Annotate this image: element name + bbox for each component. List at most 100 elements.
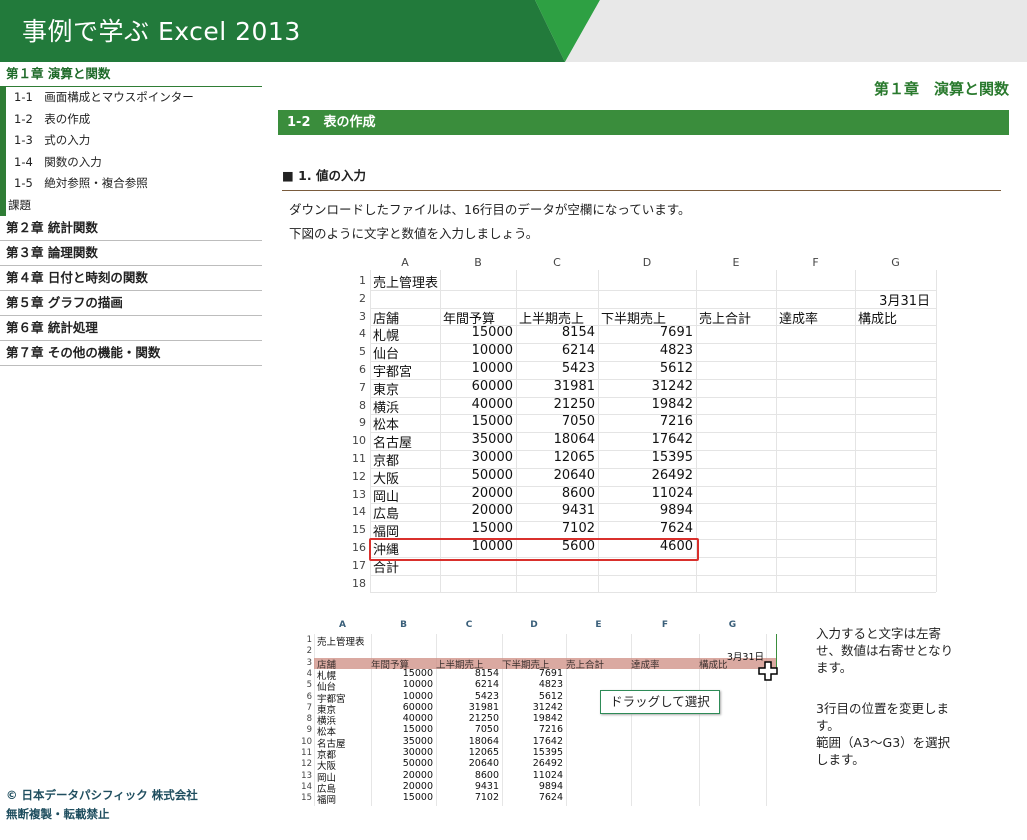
value-cell: 17642 [532,735,563,747]
column-header: E [732,256,740,269]
sidebar-chapter-7[interactable]: 第７章 その他の機能・関数 [0,341,262,366]
value-cell: 21250 [468,713,499,725]
header-cell: 売上合計 [566,659,605,671]
sidebar-chapter-2[interactable]: 第２章 統計関数 [0,216,262,241]
value-cell: 7624 [538,792,563,804]
store-cell: 東京 [373,382,400,398]
section-title-bar: 1-2 表の作成 [278,110,1009,135]
column-header: F [812,256,819,269]
copyright-company: © 日本データパシフィック 株式会社 [6,788,198,802]
value-cell: 7216 [538,724,563,736]
row-header: 5 [359,345,366,359]
note-select-line: す。 [816,718,840,733]
value-cell: 4823 [659,343,693,359]
value-cell: 60000 [402,701,433,713]
value-cell: 15000 [471,414,513,430]
cross-cursor-icon [758,661,778,681]
header-cell: 達成率 [631,659,660,671]
row-header: 4 [306,668,312,679]
value-cell: 7216 [659,414,693,430]
value-cell: 26492 [532,758,563,770]
store-cell: 大阪 [373,471,400,487]
gridline [370,289,936,291]
header-cell: 上半期売上 [519,311,585,327]
value-cell: 60000 [471,378,513,394]
value-cell: 7102 [561,521,595,537]
value-cell: 20640 [553,467,595,483]
value-cell: 7050 [561,414,595,430]
value-cell: 30000 [471,450,513,465]
chapter-1-sublist: 1-1 画面構成とマウスポインター 1-2 表の作成 1-3 式の入力 1-4 … [0,87,262,216]
value-cell: 31242 [532,701,563,713]
value-cell: 7624 [659,521,693,537]
value-cell: 10000 [402,679,433,691]
note-select-line: します。 [816,752,865,767]
header-cell: 達成率 [779,311,819,327]
value-cell: 50000 [402,758,433,770]
column-header: G [891,256,900,269]
value-cell: 17642 [651,432,693,448]
sidebar-chapter-6[interactable]: 第６章 統計処理 [0,316,262,341]
section-title: 1-2 表の作成 [287,115,376,130]
store-cell: 松本 [373,418,400,434]
sidebar-chapter-1[interactable]: 第１章 演算と関数 [0,62,262,87]
value-cell: 15000 [402,724,433,736]
value-cell: 15000 [471,325,513,341]
value-cell: 15000 [402,667,433,679]
value-cell: 5612 [659,361,693,376]
row-header: 14 [352,505,366,519]
column-header: G [728,620,737,630]
app-title: 事例で学ぶ Excel 2013 [22,17,301,46]
sidebar-chapter-5[interactable]: 第５章 グラフの描画 [0,291,262,316]
note-alignment-line: ます。 [816,660,853,675]
row-header: 6 [306,691,312,702]
sidebar-item-1-1[interactable]: 1-1 画面構成とマウスポインター [6,87,262,109]
value-cell: 7102 [474,792,499,804]
header-cell: 売上合計 [699,311,752,327]
value-cell: 7691 [538,667,563,679]
row-header: 12 [301,759,312,770]
note-alignment: 入力すると文字は左寄 せ、数値は右寄せとなり ます。 [816,625,953,676]
value-cell: 18064 [468,735,499,747]
value-cell: 5612 [538,690,563,702]
column-header: B [400,620,407,630]
instruction-text-1: ダウンロードしたファイルは、16行目のデータが空欄になっています。 [289,202,691,217]
row-header: 1 [359,274,366,287]
value-cell: 8600 [474,769,499,781]
sidebar: 第１章 演算と関数 1-1 画面構成とマウスポインター 1-2 表の作成 1-3… [0,62,262,366]
column-header: B [474,256,482,269]
sidebar-item-1-3[interactable]: 1-3 式の入力 [6,130,262,152]
value-cell: 40000 [471,396,513,412]
sidebar-item-1-4[interactable]: 1-4 関数の入力 [6,152,262,174]
value-cell: 7050 [474,724,499,736]
row-header: 9 [306,725,312,736]
row-header: 9 [359,416,366,430]
row16-highlight [369,538,699,561]
gridline [855,270,856,593]
sheet-title-cell: 売上管理表 [317,637,365,648]
header-cell: 構成比 [858,311,898,327]
note-alignment-line: せ、数値は右寄せとなり [816,643,954,658]
sidebar-item-exercise[interactable]: 課題 [6,195,262,217]
value-cell: 10000 [471,343,513,359]
row-header: 13 [301,770,312,781]
row-header: 5 [306,680,312,691]
value-cell: 7691 [659,325,693,341]
sidebar-chapter-4[interactable]: 第４章 日付と時刻の関数 [0,266,262,291]
note-alignment-line: 入力すると文字は左寄 [816,626,942,641]
value-cell: 10000 [402,690,433,702]
sidebar-chapter-3[interactable]: 第３章 論理関数 [0,241,262,266]
sidebar-item-1-2[interactable]: 1-2 表の作成 [6,109,262,131]
app-header: 事例で学ぶ Excel 2013 [0,0,1027,62]
value-cell: 5423 [561,361,595,376]
row-header: 2 [306,646,312,657]
value-cell: 30000 [402,747,433,758]
sheet-title-cell: 売上管理表 [373,276,439,291]
note-select-line: 範囲（A3～G3）を選択 [816,735,951,750]
value-cell: 10000 [471,361,513,376]
sidebar-item-1-5[interactable]: 1-5 絶対参照・複合参照 [6,173,262,195]
value-cell: 31981 [553,378,595,394]
row-header: 12 [352,469,366,483]
value-cell: 12065 [553,450,595,465]
store-cell: 札幌 [373,329,400,345]
